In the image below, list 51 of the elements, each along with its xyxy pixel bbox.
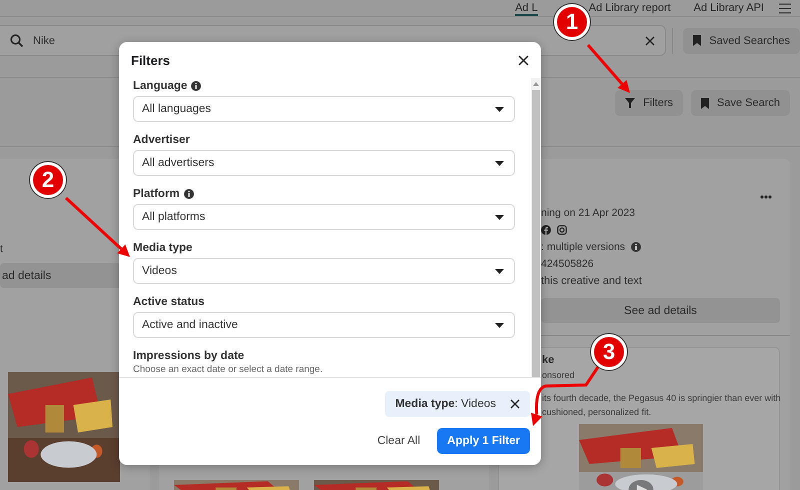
- dropdown[interactable]: Videos: [133, 258, 515, 284]
- bookmark-icon: [701, 98, 710, 108]
- bookmark-icon: [693, 35, 702, 46]
- caret-icon: [495, 160, 504, 166]
- field-label: Platform: [133, 188, 180, 200]
- creative-text: this creative and text: [541, 275, 643, 287]
- close-icon[interactable]: [518, 54, 529, 66]
- instagram-icon: [557, 225, 567, 235]
- filters-button[interactable]: Filters: [615, 90, 684, 116]
- menu-icon[interactable]: [779, 2, 791, 14]
- filter-icon: [625, 98, 636, 108]
- field-label: Language: [133, 80, 188, 92]
- clear-all-button[interactable]: Clear All: [377, 435, 420, 447]
- annotation-arrow: [64, 196, 130, 257]
- library-id-text: 424505826: [541, 258, 595, 270]
- caret-icon: [495, 106, 504, 112]
- dropdown[interactable]: Active and inactive: [133, 312, 515, 338]
- info-icon: [631, 242, 642, 252]
- more-icon[interactable]: [760, 195, 772, 199]
- chip-text: Media type: Videos: [395, 398, 496, 410]
- remove-icon[interactable]: [510, 399, 520, 409]
- clear-icon[interactable]: [645, 36, 656, 46]
- save-search-button[interactable]: Save Search: [691, 90, 790, 116]
- field-label: Media type: [133, 242, 192, 254]
- ad-body-text: cushioned, personalized fit.: [542, 406, 652, 418]
- nav-tab[interactable]: Ad Library report: [588, 0, 671, 16]
- step-number-badge: 1: [554, 4, 590, 40]
- see-ad-details-button[interactable]: See ad details: [541, 298, 780, 323]
- caret-icon: [495, 268, 504, 274]
- field-label: Advertiser: [133, 134, 190, 146]
- dropdown[interactable]: All platforms: [133, 204, 515, 230]
- dropdown[interactable]: All advertisers: [133, 150, 515, 176]
- dropdown[interactable]: All languages: [133, 96, 515, 122]
- field-label: Impressions by date: [133, 350, 244, 362]
- advertiser-name: ke: [542, 354, 554, 367]
- saved-searches-button[interactable]: Saved Searches: [683, 28, 800, 54]
- start-date-text: ning on 21 Apr 2023: [541, 207, 636, 219]
- nav-tab[interactable]: Ad Library API: [694, 0, 764, 16]
- scrollbar[interactable]: [531, 78, 541, 377]
- caret-icon: [495, 214, 504, 220]
- apply-filter-button[interactable]: Apply 1 Filter: [437, 428, 530, 454]
- versions-text: : multiple versions: [541, 241, 626, 253]
- sponsored-label: onsored: [542, 369, 575, 381]
- hint-text: Choose an exact date or select a date range.: [133, 364, 323, 375]
- search-icon: [10, 34, 23, 47]
- caret-icon: [495, 322, 504, 328]
- ad-body-text: its fourth decade, the Pegasus 40 is springier than ever with: [542, 392, 781, 404]
- nav-tab[interactable]: Ad L: [515, 0, 538, 16]
- field-label: Active status: [133, 296, 205, 308]
- facebook-icon: [541, 225, 551, 235]
- annotation-arrow: [586, 44, 630, 93]
